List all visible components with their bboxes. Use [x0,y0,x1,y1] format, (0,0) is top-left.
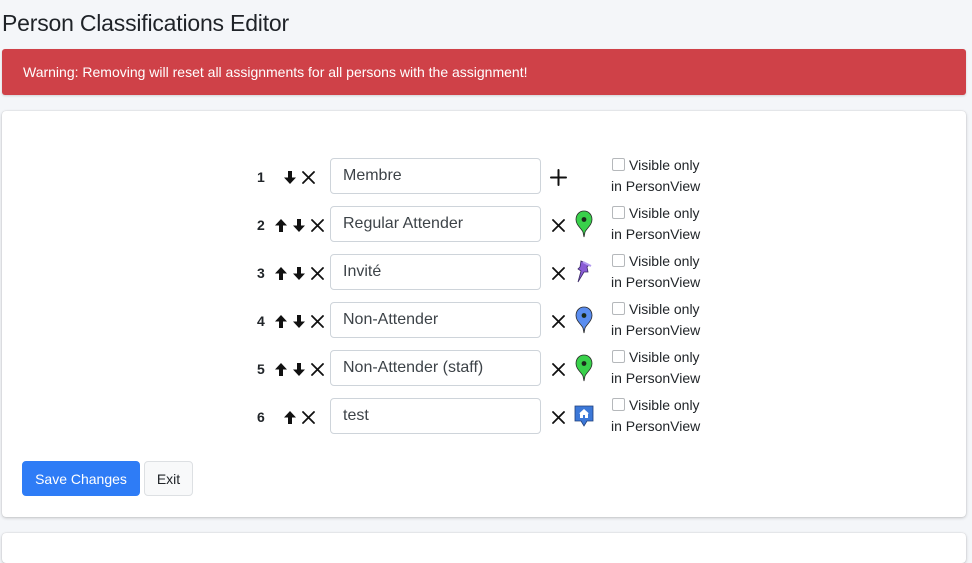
move-up-icon[interactable] [273,356,289,382]
classification-name-input[interactable] [330,254,541,290]
delete-icon[interactable] [300,164,316,190]
delete-icon[interactable] [309,308,325,334]
delete-icon[interactable] [300,404,316,430]
classification-row: 2 Visible only in PersonView [2,203,966,246]
purple-pushpin-icon[interactable] [572,256,596,288]
visible-only-label: Visible only [629,253,700,269]
visible-only-checkbox[interactable] [612,398,625,411]
classification-row: 4 Visible only in PersonView [2,299,966,342]
classifications-card: 1 Visible only in PersonView 2 Visible only i… [2,111,966,517]
move-up-icon[interactable] [282,404,298,430]
visible-only-label: Visible only [629,157,700,173]
remove-icon[interactable] [547,356,569,382]
visible-only-label-line2: in PersonView [611,418,701,434]
visible-only-checkbox[interactable] [612,206,625,219]
row-index: 5 [257,361,265,377]
visible-only-label-line2: in PersonView [611,178,701,194]
remove-icon[interactable] [547,404,569,430]
visible-only-checkbox[interactable] [612,254,625,267]
visible-only-checkbox[interactable] [612,158,625,171]
classification-name-input[interactable] [330,206,541,242]
visible-only-toggle: Visible only in PersonView [611,155,700,197]
save-changes-button[interactable]: Save Changes [22,461,140,496]
visible-only-label-line2: in PersonView [611,274,701,290]
remove-icon[interactable] [547,260,569,286]
visible-only-label: Visible only [629,301,700,317]
green-map-pin-icon[interactable] [572,352,596,384]
classification-name-input[interactable] [330,350,541,386]
row-index: 6 [257,409,265,425]
blue-map-pin-icon[interactable] [572,304,596,336]
row-index: 1 [257,169,265,185]
warning-alert-text: Warning: Removing will reset all assignm… [23,64,528,80]
move-down-icon[interactable] [291,260,307,286]
visible-only-label: Visible only [629,397,700,413]
classification-name-input[interactable] [330,302,541,338]
classification-row: 3 Visible only in PersonView [2,251,966,294]
classification-row: 5 Visible only in PersonView [2,347,966,390]
blue-house-marker-icon[interactable] [572,400,596,432]
visible-only-label: Visible only [629,205,700,221]
move-up-icon[interactable] [273,260,289,286]
green-map-pin-icon[interactable] [572,208,596,240]
delete-icon[interactable] [309,356,325,382]
delete-icon[interactable] [309,260,325,286]
exit-button[interactable]: Exit [144,461,193,496]
move-down-icon[interactable] [282,164,298,190]
move-up-icon[interactable] [273,308,289,334]
move-up-icon[interactable] [273,212,289,238]
visible-only-toggle: Visible only in PersonView [611,347,700,389]
row-index: 3 [257,265,265,281]
move-down-icon[interactable] [291,308,307,334]
warning-alert: Warning: Removing will reset all assignm… [2,49,966,95]
row-index: 4 [257,313,265,329]
move-down-icon[interactable] [291,356,307,382]
visible-only-toggle: Visible only in PersonView [611,203,700,245]
classification-name-input[interactable] [330,158,541,194]
row-index: 2 [257,217,265,233]
visible-only-toggle: Visible only in PersonView [611,395,700,437]
visible-only-label-line2: in PersonView [611,226,701,242]
page-title: Person Classifications Editor [2,10,289,36]
delete-icon[interactable] [309,212,325,238]
classification-name-input[interactable] [330,398,541,434]
visible-only-toggle: Visible only in PersonView [611,251,700,293]
remove-icon[interactable] [547,308,569,334]
visible-only-label-line2: in PersonView [611,370,701,386]
visible-only-checkbox[interactable] [612,302,625,315]
visible-only-toggle: Visible only in PersonView [611,299,700,341]
move-down-icon[interactable] [291,212,307,238]
classification-row: 1 Visible only in PersonView [2,155,966,198]
classification-row: 6 Visible only in PersonView [2,395,966,438]
secondary-card [2,533,966,563]
add-icon[interactable] [547,164,569,190]
visible-only-label-line2: in PersonView [611,322,701,338]
visible-only-label: Visible only [629,349,700,365]
visible-only-checkbox[interactable] [612,350,625,363]
remove-icon[interactable] [547,212,569,238]
